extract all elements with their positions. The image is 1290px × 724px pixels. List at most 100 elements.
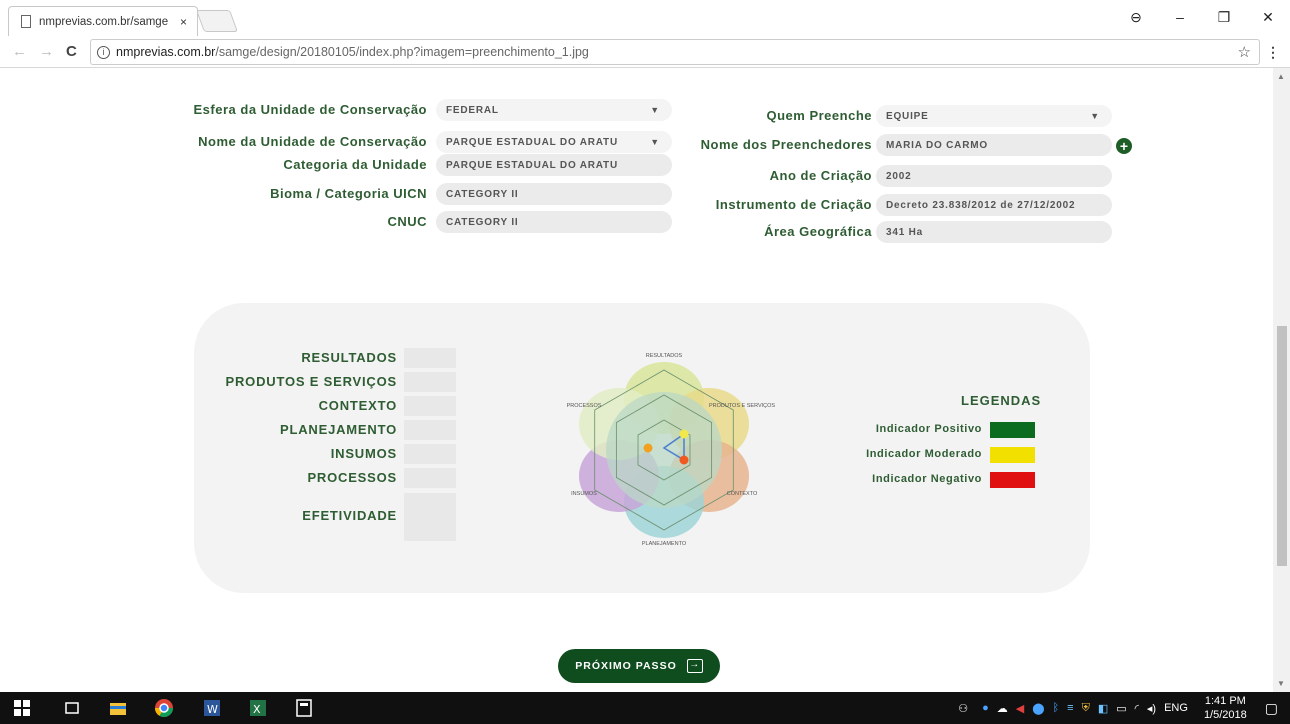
right-form-select[interactable]: EQUIPE ▼ (876, 105, 1112, 127)
chevron-down-icon: ▼ (1090, 111, 1100, 121)
add-preenchedor-button[interactable]: + (1116, 138, 1132, 154)
reload-button[interactable]: C (66, 43, 77, 60)
right-form-field[interactable]: Decreto 23.838/2012 de 27/12/2002 (876, 194, 1112, 216)
radar-indicator-point (643, 443, 653, 453)
browser-menu-button[interactable]: ⋮ (1266, 44, 1280, 61)
browser-tab[interactable]: nmprevias.com.br/samge × (8, 6, 198, 36)
radar-chart: RESULTADOS PRODUTOS E SERVIÇOS CONTEXTO PLA… (567, 353, 776, 547)
result-row-label: PLANEJAMENTO (280, 422, 397, 437)
new-tab-button[interactable] (195, 10, 239, 32)
right-form-label: Nome dos Preenchedores (700, 137, 872, 152)
right-form-value: EQUIPE (886, 110, 929, 122)
left-form-label: Categoria da Unidade (283, 157, 427, 172)
volume-icon[interactable]: ◂) (1147, 702, 1156, 715)
tray-network-app-icon[interactable]: ≡ (1067, 702, 1073, 714)
legend-label: Indicador Negativo (872, 473, 982, 485)
scroll-down-icon[interactable]: ▼ (1277, 679, 1285, 688)
bookmark-star-icon[interactable]: ☆ (1238, 43, 1251, 61)
radar-axis-label: RESULTADOS (646, 353, 683, 359)
left-form-select[interactable]: FEDERAL ▼ (436, 99, 672, 121)
task-view-icon[interactable] (62, 698, 82, 718)
left-form-select[interactable]: PARQUE ESTADUAL DO ARATU ▼ (436, 131, 672, 153)
result-row-label: PRODUTOS E SERVIÇOS (225, 374, 397, 389)
tray-device-icon[interactable]: ◧ (1098, 702, 1108, 715)
result-row-label: PROCESSOS (307, 470, 397, 485)
minimize-button[interactable]: – (1158, 9, 1202, 25)
address-bar[interactable]: i nmprevias.com.br /samge/design/2018010… (90, 39, 1260, 65)
left-form-field[interactable]: PARQUE ESTADUAL DO ARATU (436, 154, 672, 176)
legend-label: Indicador Positivo (875, 423, 982, 435)
close-tab-icon[interactable]: × (180, 15, 187, 29)
restore-button[interactable]: ❐ (1202, 9, 1246, 26)
windows-start-icon[interactable] (14, 700, 30, 716)
scroll-up-icon[interactable]: ▲ (1277, 72, 1285, 81)
file-explorer-icon[interactable] (108, 698, 128, 718)
left-form-value: FEDERAL (446, 104, 499, 116)
right-form-field[interactable]: 2002 (876, 165, 1112, 187)
legend-title: LEGENDAS (961, 393, 1042, 408)
scroll-thumb[interactable] (1277, 326, 1287, 566)
radar-axis-label: PLANEJAMENTO (642, 541, 687, 547)
right-form-label: Instrumento de Criação (715, 197, 872, 212)
profile-icon[interactable]: ⊖ (1114, 9, 1158, 26)
bluetooth-icon[interactable]: ᛒ (1053, 702, 1060, 714)
left-form-label: Nome da Unidade de Conservação (198, 134, 427, 149)
tab-title: nmprevias.com.br/samge (39, 15, 169, 28)
svg-text:W: W (207, 703, 218, 716)
url-path: /samge/design/20180105/index.php?imagem=… (215, 45, 589, 59)
radar-axis-label: INSUMOS (571, 491, 597, 497)
clock[interactable]: 1:41 PM 1/5/2018 (1204, 694, 1247, 722)
tray-app-icon[interactable]: ● (982, 702, 989, 714)
next-step-label: PRÓXIMO PASSO (575, 660, 677, 672)
browser-tabbar: nmprevias.com.br/samge × ⊖ – ❐ ✕ (0, 0, 1290, 36)
teamviewer-icon[interactable]: ⬤ (1032, 702, 1044, 715)
language-indicator[interactable]: ENG (1164, 702, 1188, 714)
notifications-icon[interactable]: ▢ (1265, 700, 1278, 717)
result-value-box (404, 348, 456, 368)
left-form-field[interactable]: CATEGORY II (436, 183, 672, 205)
result-value-box (404, 444, 456, 464)
browser-toolbar: ← → C i nmprevias.com.br /samge/design/2… (0, 36, 1290, 68)
chrome-icon[interactable] (154, 698, 174, 718)
close-window-button[interactable]: ✕ (1246, 9, 1290, 26)
windows-taskbar: W X ⚇ ● ☁ ◀ ⬤ ᛒ ≡ ⛨ ◧ ▭ ◜ ◂) ENG 1:41 PM… (0, 692, 1290, 724)
result-value-box (404, 420, 456, 440)
radar-indicator-point (679, 429, 689, 439)
security-icon[interactable]: ⛨ (1082, 702, 1090, 715)
next-step-button[interactable]: PRÓXIMO PASSO → (558, 649, 720, 683)
result-value-box (404, 372, 456, 392)
right-form-label: Ano de Criação (769, 168, 872, 183)
left-form-value: CATEGORY II (446, 188, 519, 200)
back-button[interactable]: ← (12, 43, 27, 60)
people-icon[interactable]: ⚇ (958, 702, 968, 715)
left-form-field[interactable]: CATEGORY II (436, 211, 672, 233)
svg-text:X: X (253, 703, 261, 716)
right-form-value: 2002 (886, 170, 912, 182)
right-form-field[interactable]: 341 Ha (876, 221, 1112, 243)
radar-indicator-point (679, 455, 689, 465)
left-form-label: CNUC (387, 214, 427, 229)
tray-arrow-icon[interactable]: ◀ (1016, 702, 1024, 715)
result-value-box (404, 396, 456, 416)
excel-icon[interactable]: X (248, 698, 268, 718)
page-scrollbar[interactable]: ▲ ▼ (1273, 68, 1290, 692)
forward-button[interactable]: → (39, 43, 54, 60)
results-panel: RESULTADOS PRODUTOS E SERVIÇOS CONTEXTO PLA… (194, 303, 1090, 593)
left-form-label: Esfera da Unidade de Conservação (193, 102, 427, 117)
result-row-label: INSUMOS (330, 446, 397, 461)
wifi-icon[interactable]: ◜ (1135, 702, 1139, 715)
right-form-field[interactable]: MARIA DO CARMO (876, 134, 1112, 156)
clock-date: 1/5/2018 (1203, 709, 1247, 721)
legend-swatch (990, 472, 1035, 488)
left-form-value: PARQUE ESTADUAL DO ARATU (446, 136, 618, 148)
info-icon[interactable]: i (97, 45, 110, 59)
page-content: Esfera da Unidade de Conservação FEDERAL ▼… (0, 68, 1273, 692)
battery-icon[interactable]: ▭ (1116, 702, 1126, 715)
system-tray: ⚇ ● ☁ ◀ ⬤ ᛒ ≡ ⛨ ◧ ▭ ◜ ◂) ENG 1:41 PM 1/5… (958, 692, 1290, 724)
window-controls: ⊖ – ❐ ✕ (1114, 0, 1290, 34)
legend-swatch (990, 447, 1035, 463)
calculator-icon[interactable] (294, 698, 314, 718)
effectiveness-label: EFETIVIDADE (302, 508, 397, 523)
word-icon[interactable]: W (202, 698, 222, 718)
cloud-icon[interactable]: ☁ (997, 702, 1008, 715)
